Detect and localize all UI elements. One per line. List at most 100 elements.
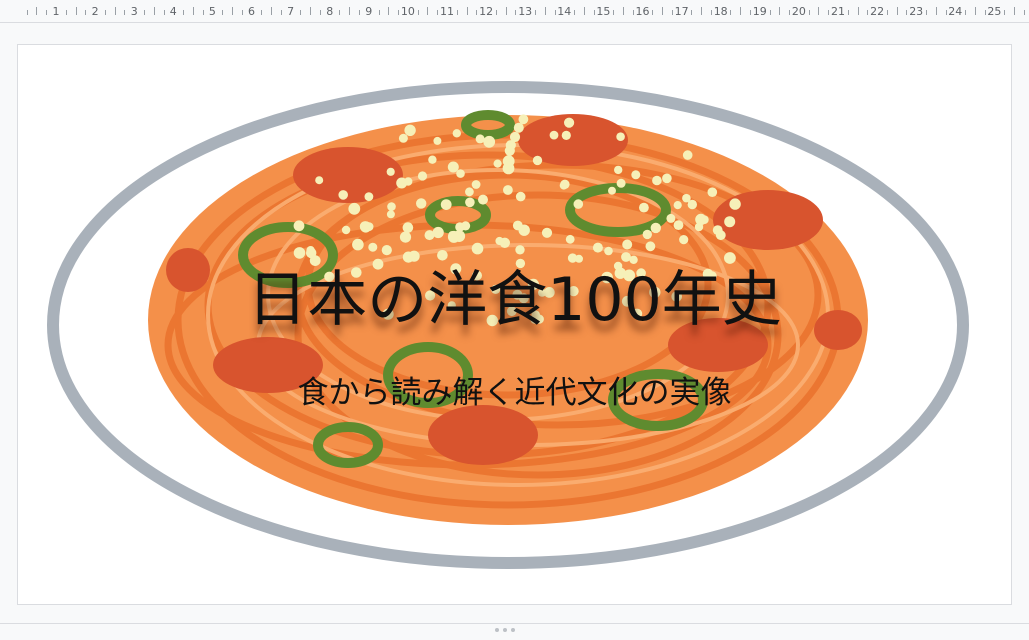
cheese-dot bbox=[573, 199, 584, 209]
ruler-tick bbox=[427, 7, 429, 15]
slide-title[interactable]: 日本の洋食100年史 bbox=[18, 251, 1011, 338]
slide[interactable]: 日本の洋食100年史 食から読み解く近代文化の実像 bbox=[17, 44, 1012, 605]
cheese-dot bbox=[387, 202, 396, 211]
cheese-dot bbox=[483, 135, 496, 148]
cheese-dot bbox=[518, 114, 529, 125]
ruler-tick bbox=[730, 10, 732, 15]
ruler-tick bbox=[1023, 10, 1025, 15]
cheese-dot bbox=[424, 230, 435, 241]
slide-canvas[interactable]: 日本の洋食100年史 食から読み解く近代文化の実像 bbox=[0, 23, 1029, 623]
ruler-number: 5 bbox=[208, 5, 216, 18]
ruler-tick bbox=[231, 7, 233, 15]
ruler-tick bbox=[143, 10, 145, 15]
ruler-tick bbox=[828, 10, 830, 15]
ruler-tick bbox=[476, 10, 478, 15]
ruler-tick bbox=[505, 7, 507, 15]
ruler-tick bbox=[632, 10, 634, 15]
cheese-dot bbox=[715, 230, 726, 241]
cheese-dot bbox=[465, 197, 475, 208]
cheese-dot bbox=[478, 194, 488, 205]
cheese-dot bbox=[505, 140, 516, 151]
ruler-tick bbox=[984, 10, 986, 15]
cheese-dot bbox=[724, 216, 736, 228]
ruler-number: 13 bbox=[518, 5, 533, 18]
ruler-tick bbox=[153, 7, 155, 15]
cheese-dot bbox=[682, 150, 693, 160]
cheese-dot bbox=[433, 136, 442, 145]
ruler-number: 21 bbox=[831, 5, 845, 18]
ruler-number: 25 bbox=[987, 5, 1002, 18]
cheese-dot bbox=[359, 221, 370, 232]
cheese-dot bbox=[631, 170, 641, 180]
ruler-number: 17 bbox=[674, 5, 689, 18]
ruler-tick bbox=[124, 10, 126, 15]
drag-handle[interactable] bbox=[490, 627, 520, 633]
cheese-dot bbox=[386, 210, 395, 219]
cheese-dot bbox=[642, 229, 652, 240]
ruler-tick bbox=[534, 10, 536, 15]
ruler-tick bbox=[163, 10, 165, 15]
cheese-dot bbox=[682, 193, 691, 203]
cheese-dot bbox=[561, 130, 571, 140]
ruler-tick bbox=[691, 10, 693, 15]
ruler-number: 4 bbox=[169, 5, 177, 18]
cheese-dot bbox=[645, 241, 656, 252]
ruler-tick bbox=[349, 7, 351, 15]
ruler-tick bbox=[515, 10, 517, 15]
cheese-dot bbox=[707, 187, 718, 197]
cheese-dot bbox=[616, 132, 625, 141]
ruler-tick bbox=[857, 7, 859, 15]
ruler-tick bbox=[114, 7, 116, 15]
cheese-dot bbox=[694, 222, 704, 232]
cheese-dot bbox=[315, 176, 324, 185]
ruler-tick bbox=[808, 10, 810, 15]
cheese-dot bbox=[386, 167, 395, 176]
ruler-tick bbox=[710, 10, 712, 15]
cheese-dot bbox=[453, 230, 466, 243]
cheese-dot bbox=[549, 130, 559, 140]
ruler-tick bbox=[378, 10, 380, 15]
ruler-number: 22 bbox=[870, 5, 885, 18]
cheese-dot bbox=[650, 222, 661, 234]
ruler-tick bbox=[750, 10, 752, 15]
cheese-dot bbox=[447, 161, 459, 173]
ruler-number: 2 bbox=[91, 5, 99, 18]
ruler-number: 11 bbox=[440, 5, 454, 18]
cheese-dot bbox=[673, 220, 684, 231]
cheese-dot bbox=[513, 122, 524, 133]
cheese-dot bbox=[700, 215, 709, 224]
slide-subtitle[interactable]: 食から読み解く近代文化の実像 bbox=[18, 367, 1011, 412]
ruler-number: 1 bbox=[52, 5, 60, 18]
cheese-dot bbox=[471, 180, 481, 189]
ruler-tick bbox=[466, 7, 468, 15]
cheese-dot bbox=[541, 227, 553, 238]
horizontal-ruler[interactable]: 1 2 3 4 5 6 7 8 9 10 11 12 13 14 15 16 17 18 19 20 21 22 23 24 2… bbox=[0, 0, 1029, 23]
ruler-number: 20 bbox=[791, 5, 806, 18]
cheese-dot bbox=[652, 175, 662, 186]
speaker-notes-divider[interactable] bbox=[0, 623, 1029, 640]
ruler-tick bbox=[583, 7, 585, 15]
ruler-tick bbox=[896, 7, 898, 15]
ruler-tick bbox=[701, 7, 703, 15]
ruler-tick bbox=[818, 7, 820, 15]
cheese-dot bbox=[515, 191, 526, 202]
cheese-dot bbox=[564, 117, 575, 128]
cheese-dot bbox=[475, 134, 485, 144]
ruler-tick bbox=[183, 10, 185, 15]
ruler-tick bbox=[886, 10, 888, 15]
ruler-tick bbox=[241, 10, 243, 15]
ruler-tick bbox=[456, 10, 458, 15]
cheese-dot bbox=[364, 192, 374, 202]
ruler-tick bbox=[965, 10, 967, 15]
cheese-dot bbox=[666, 213, 676, 223]
ruler-number: 9 bbox=[365, 5, 373, 18]
cheese-dot bbox=[404, 124, 416, 136]
cheese-dot bbox=[532, 155, 543, 166]
ruler-tick bbox=[36, 7, 38, 15]
ruler-tick bbox=[104, 10, 106, 15]
cheese-dot bbox=[622, 239, 633, 250]
cheese-dot bbox=[348, 202, 361, 215]
ruler-tick bbox=[280, 10, 282, 15]
cheese-dot bbox=[616, 178, 626, 188]
ruler-tick bbox=[75, 7, 77, 15]
